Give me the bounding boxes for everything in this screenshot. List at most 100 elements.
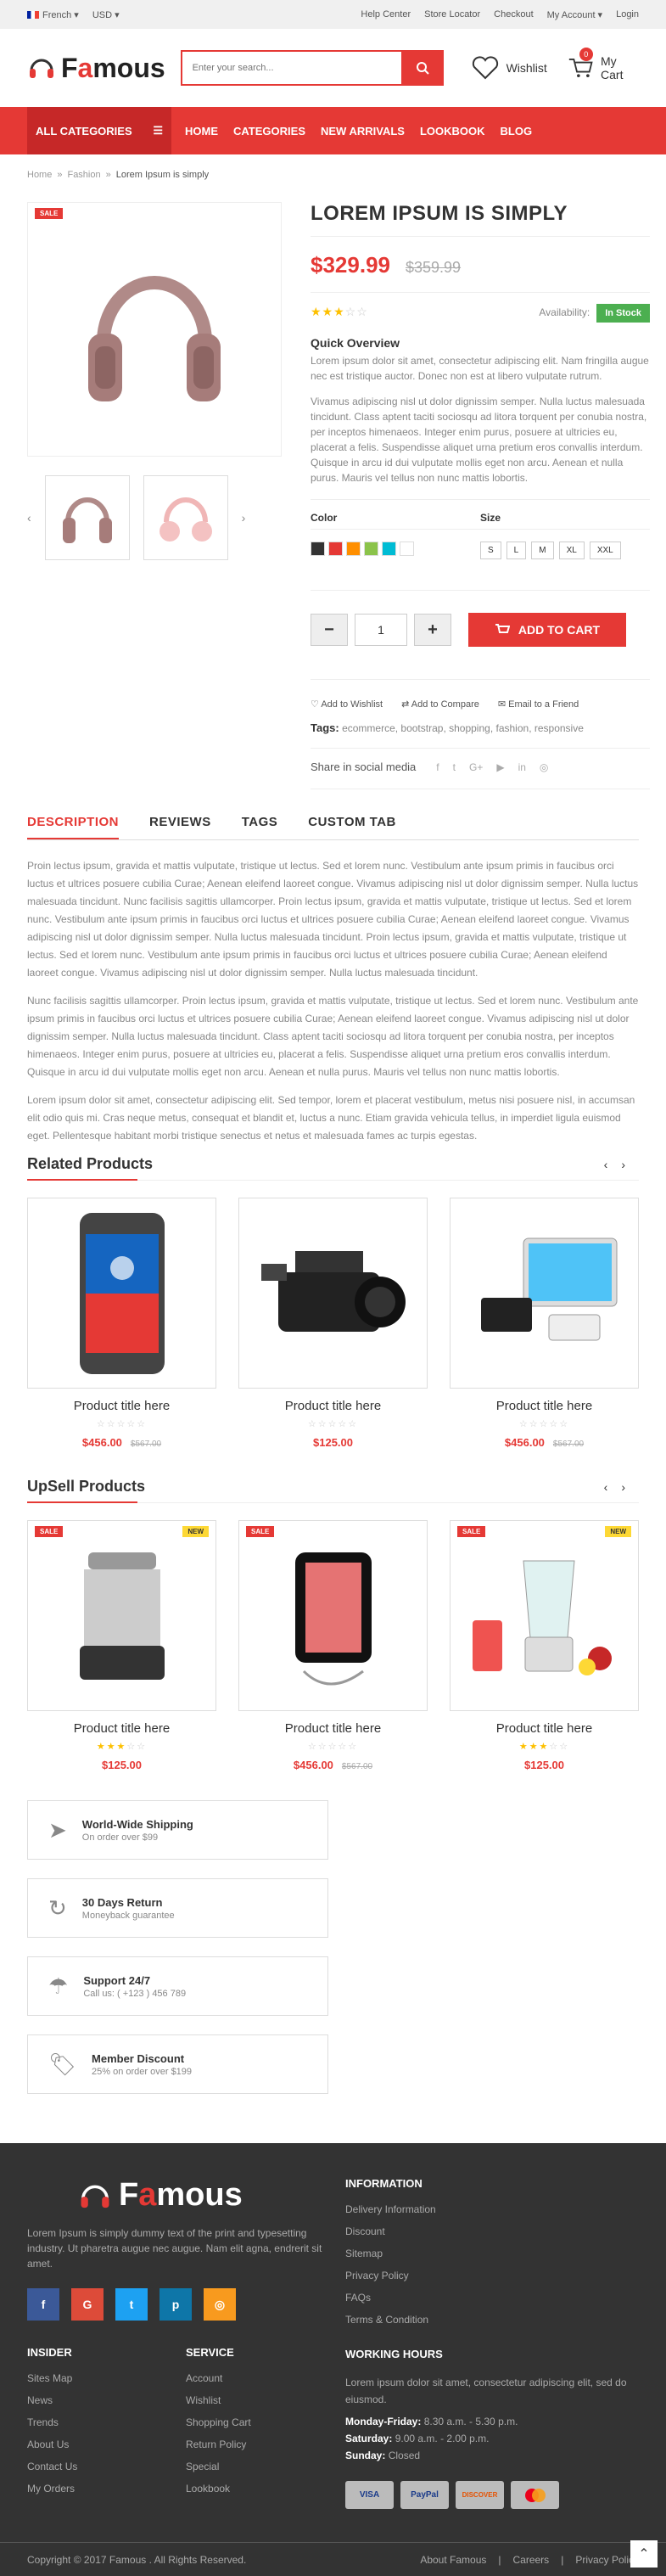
checkout-link[interactable]: Checkout xyxy=(494,9,533,20)
footer-link[interactable]: Terms & Condition xyxy=(345,2314,638,2326)
tab-tags[interactable]: TAGS xyxy=(242,803,278,839)
footer-link[interactable]: Wishlist xyxy=(186,2394,344,2406)
prev-arrow-icon[interactable]: ‹ xyxy=(604,1158,622,1171)
search-input[interactable] xyxy=(180,50,401,86)
tab-description[interactable]: DESCRIPTION xyxy=(27,803,120,839)
currency-select[interactable]: USD ▾ xyxy=(92,9,120,20)
product-card[interactable]: SALE NEW Product title here ★★★☆☆ $125.00 xyxy=(27,1520,216,1771)
footer-link[interactable]: Privacy Policy xyxy=(345,2270,638,2281)
instagram-icon[interactable]: ◎ xyxy=(204,2288,236,2321)
size-xxl[interactable]: XXL xyxy=(589,542,621,559)
color-swatch-dark[interactable] xyxy=(311,542,325,556)
footer-link[interactable]: Shopping Cart xyxy=(186,2416,344,2428)
login-link[interactable]: Login xyxy=(616,9,639,20)
footer-link[interactable]: Delivery Information xyxy=(345,2203,638,2215)
footer-link[interactable]: Account xyxy=(186,2372,344,2384)
size-l[interactable]: L xyxy=(506,542,527,559)
add-to-wishlist-link[interactable]: ♡ Add to Wishlist xyxy=(311,699,383,710)
about-link[interactable]: About Famous xyxy=(420,2554,486,2566)
footer-link[interactable]: My Orders xyxy=(27,2483,186,2495)
next-arrow-icon[interactable]: › xyxy=(621,1480,639,1494)
next-arrow-icon[interactable]: › xyxy=(621,1158,639,1171)
facebook-icon[interactable]: f xyxy=(436,761,439,773)
add-to-compare-link[interactable]: ⇄ Add to Compare xyxy=(401,699,479,710)
search-button[interactable] xyxy=(400,50,444,86)
nav-lookbook[interactable]: LOOKBOOK xyxy=(420,125,485,137)
footer-link[interactable]: Trends xyxy=(27,2416,186,2428)
thumb-next-icon[interactable]: › xyxy=(242,511,246,525)
footer-link[interactable]: FAQs xyxy=(345,2292,638,2304)
pinterest-icon[interactable]: p xyxy=(160,2288,192,2321)
store-locator-link[interactable]: Store Locator xyxy=(424,9,480,20)
careers-link[interactable]: Careers xyxy=(513,2554,550,2566)
language-select[interactable]: French ▾ xyxy=(27,9,79,20)
payment-methods: VISA PayPal DISCOVER xyxy=(345,2481,638,2509)
footer-link[interactable]: Return Policy xyxy=(186,2439,344,2450)
menu-icon: ☰ xyxy=(153,124,163,137)
product-card[interactable]: Product title here ☆☆☆☆☆ $456.00 $567.00 xyxy=(27,1198,216,1449)
footer-link[interactable]: Sitemap xyxy=(345,2248,638,2259)
footer-link[interactable]: Contact Us xyxy=(27,2461,186,2472)
help-center-link[interactable]: Help Center xyxy=(361,9,411,20)
google-plus-icon[interactable]: G+ xyxy=(469,761,483,773)
tab-reviews[interactable]: REVIEWS xyxy=(149,803,211,839)
thumbnail-1[interactable] xyxy=(44,475,130,560)
tab-custom[interactable]: CUSTOM TAB xyxy=(308,803,396,839)
nav-categories[interactable]: CATEGORIES xyxy=(233,125,305,137)
breadcrumb-fashion[interactable]: Fashion xyxy=(67,170,100,180)
prev-arrow-icon[interactable]: ‹ xyxy=(604,1480,622,1494)
linkedin-icon[interactable]: in xyxy=(518,761,526,773)
quick-overview-title: Quick Overview xyxy=(311,336,400,350)
nav-new-arrivals[interactable]: NEW ARRIVALS xyxy=(321,125,405,137)
product-card[interactable]: Product title here ☆☆☆☆☆ $125.00 xyxy=(238,1198,428,1449)
headphones-thumb-image xyxy=(62,497,112,543)
color-swatch-cyan[interactable] xyxy=(382,542,396,556)
qty-decrease-button[interactable]: − xyxy=(311,614,348,646)
add-to-cart-button[interactable]: ADD TO CART xyxy=(468,613,626,647)
google-plus-icon[interactable]: G xyxy=(71,2288,104,2321)
product-card[interactable]: Product title here ☆☆☆☆☆ $456.00 $567.00 xyxy=(450,1198,639,1449)
product-card[interactable]: SALE NEW Product title here ★★★☆☆ $125.00 xyxy=(450,1520,639,1771)
feature-support: ☂ Support 24/7 Call us: ( +123 ) 456 789 xyxy=(27,1956,328,2016)
twitter-icon[interactable]: t xyxy=(115,2288,148,2321)
product-title: LOREM IPSUM IS SIMPLY xyxy=(311,202,650,237)
footer-logo[interactable]: Famous xyxy=(78,2177,345,2214)
footer-link[interactable]: Sites Map xyxy=(27,2372,186,2384)
cart-link[interactable]: 0 My Cart xyxy=(568,48,639,81)
my-account-link[interactable]: My Account ▾ xyxy=(547,9,602,20)
color-swatch-red[interactable] xyxy=(328,542,343,556)
footer-link[interactable]: News xyxy=(27,2394,186,2406)
color-swatch-orange[interactable] xyxy=(346,542,361,556)
scroll-to-top-button[interactable]: ⌃ xyxy=(630,2540,658,2568)
upsell-products: UpSell Products ‹› SALE NEW Product title … xyxy=(0,1478,666,1771)
nav-blog[interactable]: BLOG xyxy=(501,125,533,137)
all-categories-button[interactable]: ALL CATEGORIES ☰ xyxy=(27,107,171,154)
facebook-icon[interactable]: f xyxy=(27,2288,59,2321)
qty-increase-button[interactable]: + xyxy=(414,614,451,646)
footer-link[interactable]: Discount xyxy=(345,2225,638,2237)
thumb-prev-icon[interactable]: ‹ xyxy=(27,511,31,525)
size-xl[interactable]: XL xyxy=(558,542,585,559)
wishlist-link[interactable]: Wishlist xyxy=(471,55,547,81)
logo[interactable]: Famous xyxy=(27,53,169,84)
size-s[interactable]: S xyxy=(480,542,501,559)
breadcrumb-home[interactable]: Home xyxy=(27,170,52,180)
nav-home[interactable]: HOME xyxy=(185,125,218,137)
umbrella-icon: ☂ xyxy=(48,1973,69,1999)
product-main-image[interactable]: SALE xyxy=(27,202,282,457)
youtube-icon[interactable]: ▶ xyxy=(496,761,504,773)
footer-link[interactable]: Special xyxy=(186,2461,344,2472)
product-card[interactable]: SALE Product title here ☆☆☆☆☆ $456.00 $56… xyxy=(238,1520,428,1771)
color-swatch-green[interactable] xyxy=(364,542,378,556)
size-m[interactable]: M xyxy=(531,542,554,559)
color-swatch-white[interactable] xyxy=(400,542,414,556)
thumbnail-2[interactable] xyxy=(143,475,228,560)
headphones-icon xyxy=(81,2185,109,2208)
footer-link[interactable]: About Us xyxy=(27,2439,186,2450)
instagram-icon[interactable]: ◎ xyxy=(540,761,548,773)
qty-input[interactable]: 1 xyxy=(355,614,407,646)
twitter-icon[interactable]: t xyxy=(453,761,456,773)
email-friend-link[interactable]: ✉ Email to a Friend xyxy=(498,699,579,710)
privacy-link[interactable]: Privacy Policy xyxy=(575,2554,639,2566)
footer-link[interactable]: Lookbook xyxy=(186,2483,344,2495)
